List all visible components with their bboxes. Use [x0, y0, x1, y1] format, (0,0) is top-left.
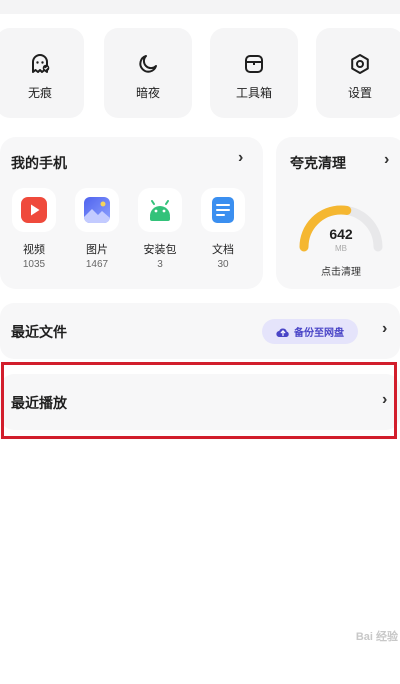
- tool-label: 暗夜: [135, 86, 160, 100]
- category-apk[interactable]: 安装包 3: [135, 188, 185, 270]
- tool-incognito[interactable]: 无痕: [0, 28, 84, 118]
- category-count: 3: [157, 259, 163, 270]
- category-document[interactable]: 文档 30: [198, 188, 248, 270]
- category-name: 图片: [86, 244, 108, 256]
- recent-files-row[interactable]: 最近文件 备份至网盘 ›: [0, 303, 400, 359]
- tool-label: 设置: [347, 86, 372, 100]
- category-count: 1035: [22, 259, 46, 270]
- top-strip: [0, 0, 400, 14]
- category-name: 文档: [212, 244, 234, 256]
- category-count: 30: [217, 259, 229, 270]
- document-icon: [212, 197, 234, 223]
- backup-label: 备份至网盘: [294, 328, 344, 339]
- ghost-icon: [32, 54, 50, 73]
- chevron-right-icon[interactable]: ›: [382, 320, 387, 338]
- clean-title: 夸克清理: [290, 155, 346, 171]
- moon-icon: [139, 55, 157, 73]
- chevron-right-icon[interactable]: ›: [238, 149, 243, 167]
- chevron-right-icon[interactable]: ›: [384, 151, 389, 169]
- tool-label: 工具箱: [235, 86, 272, 100]
- clean-size-value: 642: [329, 226, 353, 242]
- tool-toolbox[interactable]: 工具箱: [210, 28, 298, 118]
- recent-files-title: 最近文件: [11, 324, 67, 340]
- category-image[interactable]: 图片 1467: [72, 188, 122, 270]
- clean-size-unit: MB: [335, 244, 347, 253]
- category-count: 1467: [85, 259, 109, 270]
- watermark: Bai 经验: [355, 631, 398, 643]
- tool-label: 无痕: [27, 86, 52, 100]
- my-phone-card: 我的手机 › 视频 1035 图片 1467 安装包 3 文档 30: [0, 137, 263, 289]
- backup-to-cloud-button[interactable]: 备份至网盘: [262, 319, 358, 344]
- category-name: 安装包: [143, 244, 177, 256]
- storage-clean-card[interactable]: 夸克清理 › 642 MB 点击清理: [276, 137, 400, 289]
- android-icon: [150, 200, 170, 221]
- gear-icon: [351, 54, 369, 74]
- my-phone-title[interactable]: 我的手机: [11, 153, 67, 173]
- tool-dark-mode[interactable]: 暗夜: [104, 28, 192, 118]
- file-manager-page: 无痕 暗夜 工具箱 设置 我的手机 › 视频 1035 图片 1467 安装包 …: [0, 0, 400, 684]
- category-video[interactable]: 视频 1035: [9, 188, 59, 270]
- cloud-upload-icon: [276, 328, 289, 337]
- toolbox-icon: [245, 55, 263, 73]
- image-icon: [84, 197, 110, 223]
- clean-action-button[interactable]: 点击清理: [304, 263, 378, 278]
- tool-settings[interactable]: 设置: [316, 28, 400, 118]
- video-icon: [21, 197, 47, 223]
- category-name: 视频: [23, 244, 45, 256]
- highlight-annotation-box: [1, 362, 397, 439]
